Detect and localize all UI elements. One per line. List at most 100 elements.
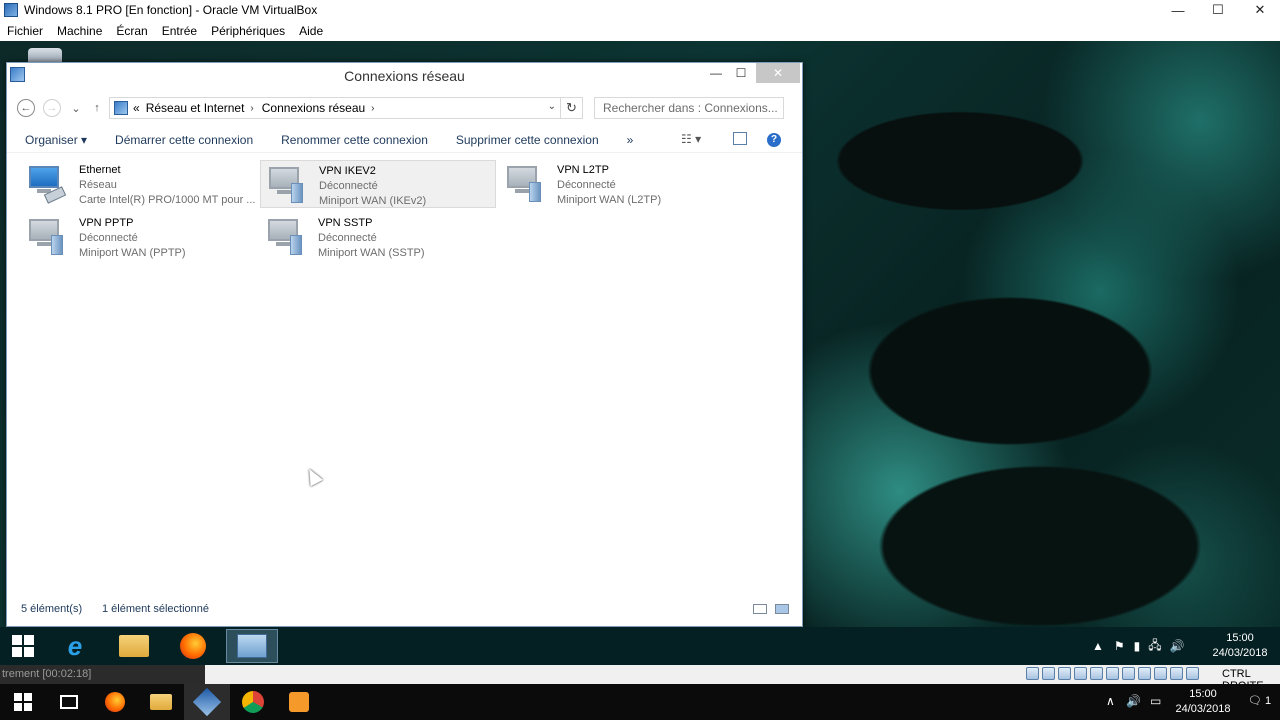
notifications-icon[interactable]: 🗨 1 bbox=[1248, 694, 1271, 707]
show-hidden-icons-icon[interactable]: ∧ bbox=[1106, 694, 1115, 708]
menu-ecran[interactable]: Écran bbox=[116, 24, 147, 38]
network-connections-window: Connexions réseau — ☐ ✕ ← → ⌄ ↑ « Réseau… bbox=[6, 62, 803, 627]
menu-aide[interactable]: Aide bbox=[299, 24, 323, 38]
audio-icon[interactable] bbox=[1058, 667, 1071, 680]
menu-machine[interactable]: Machine bbox=[57, 24, 102, 38]
breadcrumb-reseau-internet[interactable]: Réseau et Internet bbox=[146, 101, 245, 115]
mouse-integration-icon[interactable] bbox=[1170, 667, 1183, 680]
menu-fichier[interactable]: Fichier bbox=[7, 24, 43, 38]
firefox-icon[interactable] bbox=[92, 684, 138, 720]
vm-device-indicators bbox=[1026, 667, 1199, 680]
up-button[interactable]: ↑ bbox=[88, 99, 106, 117]
address-overflow[interactable]: « bbox=[133, 101, 140, 115]
hard-disk-icon[interactable] bbox=[1026, 667, 1039, 680]
connection-name: Ethernet bbox=[79, 164, 121, 176]
battery-icon[interactable]: ▮ bbox=[1134, 639, 1141, 653]
notification-count: 1 bbox=[1265, 695, 1272, 707]
task-view-icon[interactable] bbox=[46, 684, 92, 720]
connections-list: Ethernet Réseau Carte Intel(R) PRO/1000 … bbox=[17, 160, 777, 600]
video-capture-icon[interactable] bbox=[1138, 667, 1151, 680]
connection-ethernet[interactable]: Ethernet Réseau Carte Intel(R) PRO/1000 … bbox=[21, 160, 257, 208]
host-menubar: Fichier Machine Écran Entrée Périphériqu… bbox=[0, 20, 1280, 41]
connection-vpn-ikev2[interactable]: VPN IKEV2 Déconnecté Miniport WAN (IKEv2… bbox=[260, 160, 496, 208]
usb-icon[interactable] bbox=[1090, 667, 1103, 680]
refresh-button[interactable]: ↻ bbox=[560, 98, 582, 118]
shared-folders-icon[interactable] bbox=[1106, 667, 1119, 680]
rename-connection-button[interactable]: Renommer cette connexion bbox=[281, 133, 428, 147]
connection-vpn-pptp[interactable]: VPN PPTP Déconnecté Miniport WAN (PPTP) bbox=[21, 213, 257, 261]
breadcrumb-connexions-reseau[interactable]: Connexions réseau bbox=[262, 101, 365, 115]
window-close-button[interactable]: ✕ bbox=[756, 63, 800, 83]
media-player-icon[interactable] bbox=[276, 684, 322, 720]
vpn-connection-icon bbox=[27, 217, 65, 257]
action-center-flag-icon[interactable]: ⚑ bbox=[1114, 639, 1125, 653]
large-icons-view-icon[interactable] bbox=[775, 604, 789, 614]
guest-clock[interactable]: 15:00 24/03/2018 bbox=[1200, 631, 1280, 661]
guest-taskbar: e ▲ ⚑ ▮ 🖧 🔊 15:00 24/03/2018 bbox=[0, 627, 1280, 665]
menu-entree[interactable]: Entrée bbox=[162, 24, 197, 38]
window-maximize-button[interactable]: ☐ bbox=[729, 63, 753, 83]
address-dropdown-icon[interactable]: ⌄ bbox=[548, 101, 556, 112]
connection-vpn-sstp[interactable]: VPN SSTP Déconnecté Miniport WAN (SSTP) bbox=[260, 213, 496, 261]
guest-time: 15:00 bbox=[1226, 632, 1254, 644]
help-icon[interactable]: ? bbox=[767, 133, 781, 147]
forward-button[interactable]: → bbox=[43, 99, 61, 117]
vpn-connection-icon bbox=[266, 217, 304, 257]
breadcrumb-separator-icon[interactable]: › bbox=[371, 103, 374, 114]
guest-start-button[interactable] bbox=[0, 629, 46, 663]
vpn-connection-icon bbox=[505, 164, 543, 204]
host-clock[interactable]: 15:00 24/03/2018 bbox=[1166, 687, 1240, 717]
optical-drive-icon[interactable] bbox=[1042, 667, 1055, 680]
connection-status: Réseau bbox=[79, 179, 117, 191]
internet-explorer-icon[interactable]: e bbox=[52, 629, 98, 663]
cpu-icon[interactable] bbox=[1154, 667, 1167, 680]
organize-button[interactable]: Organiser ▾ bbox=[25, 133, 87, 147]
preview-pane-icon[interactable] bbox=[733, 132, 747, 145]
virtualbox-status-bar: trement [00:02:18] CTRL DROITE bbox=[0, 665, 1280, 692]
guest-system-tray: ▲ ⚑ ▮ 🖧 🔊 bbox=[1092, 627, 1185, 665]
firefox-icon[interactable] bbox=[170, 629, 216, 663]
display-icon[interactable] bbox=[1122, 667, 1135, 680]
network-connections-taskbar-button[interactable] bbox=[226, 629, 278, 663]
address-bar[interactable]: « Réseau et Internet › Connexions réseau… bbox=[109, 97, 583, 119]
breadcrumb-separator-icon[interactable]: › bbox=[250, 103, 253, 114]
item-count: 5 élément(s) bbox=[21, 603, 83, 615]
delete-connection-button[interactable]: Supprimer cette connexion bbox=[456, 133, 599, 147]
connection-device: Miniport WAN (L2TP) bbox=[557, 194, 662, 206]
host-close-button[interactable]: ✕ bbox=[1240, 0, 1280, 20]
file-explorer-icon[interactable] bbox=[111, 629, 157, 663]
details-view-icon[interactable] bbox=[753, 604, 767, 614]
host-maximize-button[interactable]: ☐ bbox=[1198, 0, 1238, 20]
show-hidden-icons-icon[interactable]: ▲ bbox=[1092, 639, 1104, 653]
selection-count: 1 élément sélectionné bbox=[102, 603, 210, 615]
volume-icon[interactable]: 🔊 bbox=[1126, 694, 1141, 708]
network-icon[interactable]: 🖧 bbox=[1148, 636, 1161, 657]
host-start-button[interactable] bbox=[0, 684, 46, 720]
virtualbox-taskbar-icon[interactable] bbox=[184, 684, 230, 720]
recent-locations-chevron-icon[interactable]: ⌄ bbox=[67, 99, 85, 117]
virtualbox-logo-icon bbox=[4, 3, 18, 17]
volume-icon[interactable]: 🔊 bbox=[1170, 639, 1185, 653]
host-minimize-button[interactable]: — bbox=[1158, 0, 1198, 20]
connection-vpn-l2tp[interactable]: VPN L2TP Déconnecté Miniport WAN (L2TP) bbox=[499, 160, 735, 208]
network-adapter-icon[interactable] bbox=[1074, 667, 1087, 680]
host-date: 24/03/2018 bbox=[1175, 703, 1231, 715]
connection-name: VPN SSTP bbox=[318, 217, 373, 229]
connection-status: Déconnecté bbox=[319, 180, 378, 192]
keyboard-icon[interactable] bbox=[1186, 667, 1199, 680]
back-button[interactable]: ← bbox=[17, 99, 35, 117]
search-input[interactable]: Rechercher dans : Connexions... bbox=[594, 97, 784, 119]
navigation-bar: ← → ⌄ ↑ « Réseau et Internet › Connexion… bbox=[7, 95, 802, 123]
change-view-icon[interactable]: ☷ ▾ bbox=[681, 132, 701, 146]
chrome-icon[interactable] bbox=[230, 684, 276, 720]
host-window-title: Windows 8.1 PRO [En fonction] - Oracle V… bbox=[24, 3, 318, 17]
menu-peripheriques[interactable]: Périphériques bbox=[211, 24, 285, 38]
start-connection-button[interactable]: Démarrer cette connexion bbox=[115, 133, 253, 147]
more-commands-button[interactable]: » bbox=[627, 133, 634, 147]
battery-icon[interactable]: ▭ bbox=[1150, 694, 1161, 708]
ethernet-adapter-icon bbox=[27, 164, 67, 204]
file-explorer-icon[interactable] bbox=[138, 684, 184, 720]
windows-logo-icon bbox=[14, 693, 32, 711]
recycle-bin-icon[interactable] bbox=[28, 48, 62, 62]
window-minimize-button[interactable]: — bbox=[704, 63, 728, 83]
